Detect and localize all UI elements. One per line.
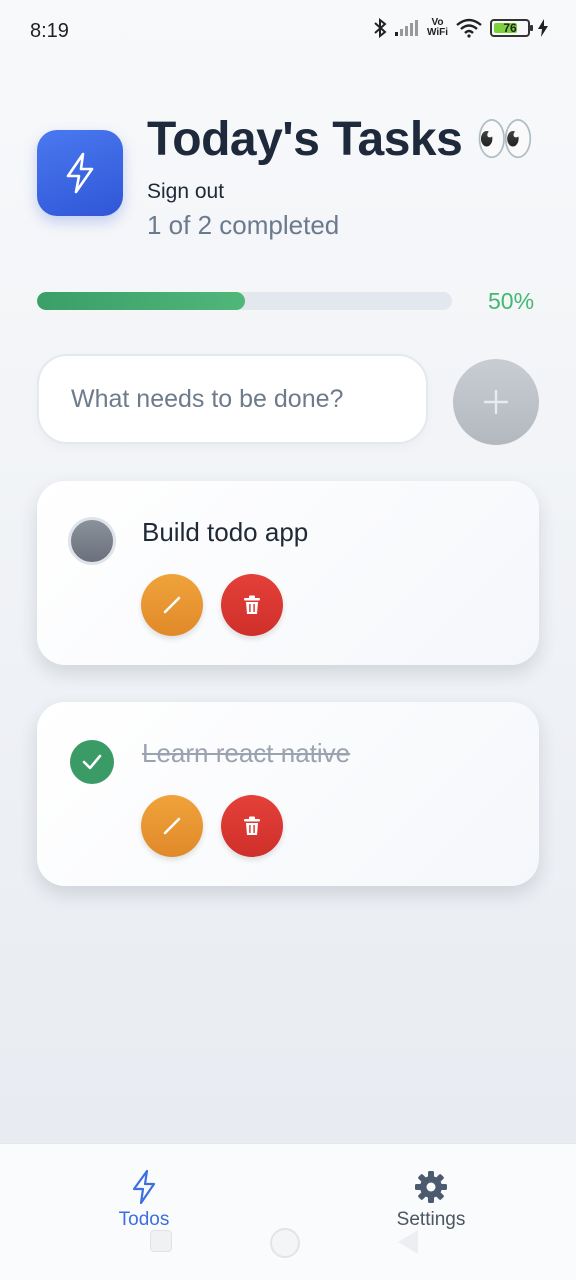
signal-icon [394,20,418,36]
trash-icon [244,816,260,835]
lightning-icon [132,1169,156,1205]
edit-button[interactable] [141,795,203,857]
todo-item: Build todo app [37,481,539,665]
sign-out-link[interactable]: Sign out [147,180,224,204]
todo-toggle[interactable] [70,740,114,784]
completed-count: 1 of 2 completed [147,210,340,240]
add-todo-button[interactable] [453,359,539,445]
vowifi-icon: Vo WiFi [426,17,448,38]
charging-icon [538,19,548,37]
battery-icon: 76 [490,19,533,37]
todo-toggle[interactable] [68,517,116,565]
page-title: Today's Tasks 👀 [147,113,535,166]
status-bar: 8:19 Vo WiFi 76 [0,0,576,62]
edit-button[interactable] [141,574,203,636]
todo-item: Learn react native [37,702,539,886]
battery-level: 76 [503,21,517,35]
tab-todos[interactable]: Todos [104,1169,184,1231]
wifi-icon [456,18,482,38]
gear-icon [415,1171,447,1203]
pencil-icon [163,817,181,835]
back-button[interactable] [398,1230,418,1254]
checkmark-icon [82,754,102,770]
home-button[interactable] [270,1228,300,1258]
trash-icon [244,595,260,614]
progress-percent: 50% [488,288,535,314]
plus-icon [483,389,509,415]
tab-settings[interactable]: Settings [386,1169,476,1231]
app-logo [37,130,123,216]
status-time: 8:19 [30,20,69,42]
bluetooth-icon [374,18,387,38]
todo-text: Learn react native [142,738,351,768]
system-nav-bar [0,1226,576,1258]
progress-fill [37,292,245,310]
recent-apps-button[interactable] [150,1230,172,1252]
new-todo-input[interactable] [37,354,428,444]
delete-button[interactable] [221,574,283,636]
delete-button[interactable] [221,795,283,857]
bottom-nav: Todos Settings [0,1143,576,1280]
progress-bar [37,292,452,310]
status-icons: Vo WiFi 76 [373,18,548,38]
lightning-icon [66,152,94,194]
pencil-icon [163,596,181,614]
todo-text: Build todo app [142,517,309,547]
